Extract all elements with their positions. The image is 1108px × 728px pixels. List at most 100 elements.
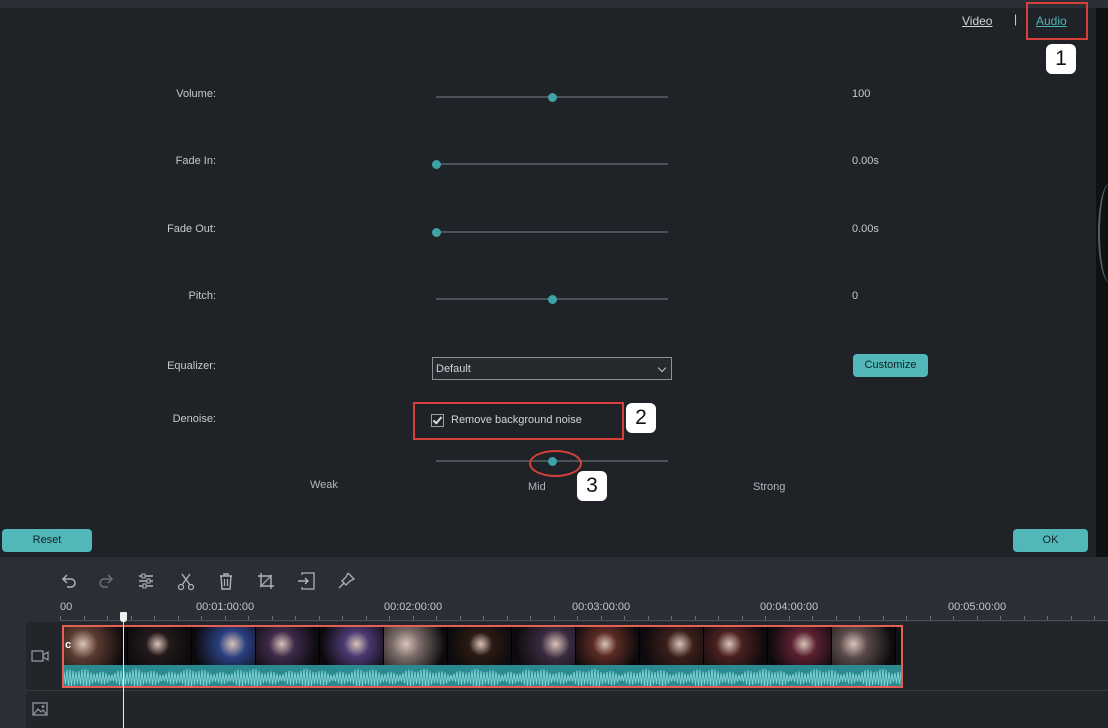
equalizer-selected-value: Default: [436, 363, 471, 375]
clip-thumbnail: [512, 627, 576, 665]
fade-out-slider[interactable]: [432, 228, 668, 237]
clip-first-letter: c: [65, 639, 72, 651]
ruler-minor-tick: [694, 616, 696, 620]
waveform-path: [64, 668, 901, 686]
preview-edge: [1096, 8, 1108, 557]
tab-video[interactable]: Video: [962, 14, 992, 28]
ruler-minor-tick: [224, 616, 226, 620]
clip-thumbnail: [640, 627, 704, 665]
ruler-minor-tick: [506, 616, 508, 620]
fade-out-slider-thumb[interactable]: [432, 228, 441, 237]
reset-button[interactable]: Reset: [2, 529, 92, 552]
video-track-icon: [30, 648, 50, 664]
ruler-minor-tick: [365, 616, 367, 620]
denoise-strong-label: Strong: [753, 481, 786, 493]
clip-thumbnail: [128, 627, 192, 665]
redo-icon[interactable]: [96, 571, 116, 591]
callout-box-denoise: [413, 402, 624, 440]
video-clip[interactable]: c: [62, 625, 903, 688]
ruler-minor-tick: [1023, 616, 1025, 620]
callout-number-3: 3: [577, 471, 607, 501]
ruler-minor-tick: [671, 616, 672, 620]
clip-thumbnail: [448, 627, 512, 665]
ruler-minor-tick: [271, 616, 273, 620]
ruler-minor-tick: [201, 616, 202, 620]
ruler-minor-tick: [1094, 616, 1095, 620]
ruler-minor-tick: [177, 616, 179, 620]
ruler-minor-tick: [929, 616, 931, 620]
crop-icon[interactable]: [256, 571, 276, 591]
equalizer-select[interactable]: Default: [432, 357, 672, 380]
equalizer-label: Equalizer:: [167, 360, 216, 372]
fade-in-slider[interactable]: [432, 160, 668, 169]
clip-thumbnail: [64, 627, 128, 665]
ruler-tick-label: 00:05:00:00: [948, 601, 1007, 613]
ruler-minor-tick: [624, 616, 625, 620]
top-strip: [0, 0, 1108, 8]
pitch-label: Pitch:: [188, 290, 216, 302]
fade-in-slider-thumb[interactable]: [432, 160, 441, 169]
ruler-minor-tick: [953, 616, 954, 620]
ruler-minor-tick: [459, 616, 461, 620]
ruler-minor-tick: [107, 616, 108, 620]
split-icon[interactable]: [296, 571, 316, 591]
delete-icon[interactable]: [216, 571, 236, 591]
clip-thumbnails: [64, 627, 901, 665]
adjust-icon[interactable]: [136, 571, 156, 591]
playhead-handle[interactable]: [120, 612, 127, 622]
ruler-minor-tick: [342, 616, 343, 620]
playhead-line[interactable]: [123, 612, 124, 728]
ruler-minor-tick: [600, 616, 602, 620]
clip-thumbnail: [192, 627, 256, 665]
chevron-down-icon: [657, 363, 667, 373]
pitch-slider[interactable]: [436, 295, 668, 304]
customize-button[interactable]: Customize: [853, 354, 928, 377]
ruler-minor-tick: [577, 616, 578, 620]
fade-out-label: Fade Out:: [167, 223, 216, 235]
ruler-minor-tick: [60, 616, 61, 620]
callout-box-audio-tab: [1026, 2, 1088, 40]
ruler-baseline: [60, 620, 1108, 621]
clip-thumbnail: [320, 627, 384, 665]
fade-out-value: 0.00s: [852, 223, 879, 235]
pitch-slider-thumb[interactable]: [548, 295, 557, 304]
ruler-minor-tick: [882, 616, 884, 620]
ruler-minor-tick: [1070, 616, 1072, 620]
volume-slider-thumb[interactable]: [548, 93, 557, 102]
ruler-minor-tick: [553, 616, 555, 620]
ruler-minor-tick: [389, 616, 390, 620]
ruler-minor-tick: [1000, 616, 1001, 620]
ruler-minor-tick: [130, 616, 132, 620]
pitch-value: 0: [852, 290, 859, 302]
preview-glow: [1098, 183, 1108, 283]
ruler-minor-tick: [788, 616, 790, 620]
timeline-ruler[interactable]: 00 00:01:00:00 00:02:00:00 00:03:00:00 0…: [60, 598, 1108, 622]
marker-icon[interactable]: [336, 571, 356, 591]
ruler-minor-tick: [295, 616, 296, 620]
tab-separator: |: [1014, 12, 1018, 26]
ruler-tick-label: 00:04:00:00: [760, 601, 819, 613]
ruler-tick-label: 00: [60, 601, 73, 613]
ok-button[interactable]: OK: [1013, 529, 1088, 552]
cut-icon[interactable]: [176, 571, 196, 591]
ruler-minor-tick: [976, 616, 978, 620]
volume-label: Volume:: [176, 88, 216, 100]
ruler-tick-label: 00:01:00:00: [196, 601, 255, 613]
ruler-minor-tick: [812, 616, 813, 620]
volume-slider[interactable]: [436, 93, 668, 102]
undo-icon[interactable]: [59, 571, 79, 591]
callout-ellipse-denoise-thumb: [529, 450, 582, 477]
clip-thumbnail: [256, 627, 320, 665]
ruler-minor-tick: [412, 616, 414, 620]
ruler-minor-tick: [436, 616, 437, 620]
ruler-minor-tick: [765, 616, 766, 620]
ruler-minor-tick: [248, 616, 249, 620]
clip-thumbnail: [576, 627, 640, 665]
ruler-minor-tick: [647, 616, 649, 620]
ruler-minor-tick: [530, 616, 531, 620]
clip-thumbnail: [704, 627, 768, 665]
ruler-minor-tick: [859, 616, 860, 620]
audio-waveform: [64, 665, 901, 686]
fade-in-label: Fade In:: [175, 155, 216, 167]
ruler-minor-tick: [835, 616, 837, 620]
